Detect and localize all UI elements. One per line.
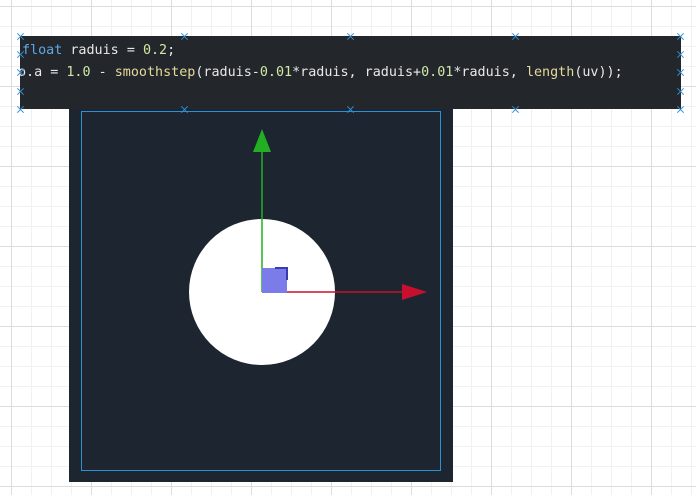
transform-gizmo[interactable] (69, 100, 453, 482)
code-token: length (525, 65, 575, 80)
code-token: float (22, 43, 63, 58)
code-token: *raduis, (453, 65, 526, 80)
selection-handle-icon[interactable] (677, 51, 684, 58)
selection-handle-icon[interactable] (17, 88, 24, 95)
code-token: ; (167, 43, 176, 58)
selection-handle-icon[interactable] (347, 33, 354, 40)
code-line-2: o.a = 1.0 - smoothstep(raduis-0.01*radui… (20, 62, 681, 84)
selection-handle-icon[interactable] (17, 33, 24, 40)
code-token: 0.2 (142, 43, 168, 58)
code-token: - (90, 65, 115, 80)
code-token: = (126, 43, 143, 58)
code-line-1: float raduis = 0.2; (20, 40, 681, 62)
selection-handle-icon[interactable] (512, 106, 519, 113)
selection-handle-icon[interactable] (181, 33, 188, 40)
selection-handle-icon[interactable] (17, 106, 24, 113)
code-token: raduis (62, 43, 127, 58)
code-token: (uv)); (574, 65, 623, 80)
selection-handle-icon[interactable] (512, 33, 519, 40)
selection-handle-icon[interactable] (677, 106, 684, 113)
code-token: 0.01 (259, 65, 293, 80)
code-token: = (50, 65, 67, 80)
selection-handle-icon[interactable] (17, 69, 24, 76)
selection-handle-icon[interactable] (347, 106, 354, 113)
red-arrow-right-icon[interactable] (402, 284, 427, 300)
code-token: 1.0 (66, 65, 91, 80)
selection-handle-icon[interactable] (17, 51, 24, 58)
selection-handle-icon[interactable] (677, 88, 684, 95)
code-token: 0.01 (421, 65, 454, 80)
code-token: (raduis- (195, 65, 260, 80)
code-token: *raduis, raduis+ (292, 65, 422, 80)
code-token: o.a (20, 65, 51, 80)
selection-handle-icon[interactable] (677, 33, 684, 40)
green-arrow-up-icon[interactable] (253, 129, 271, 152)
scene-viewport[interactable] (69, 100, 453, 482)
code-token: smoothstep (114, 65, 196, 80)
center-handle-icon[interactable] (262, 268, 287, 293)
code-panel[interactable]: float raduis = 0.2; o.a = 1.0 - smoothst… (20, 36, 681, 109)
selection-handle-icon[interactable] (677, 69, 684, 76)
selection-handle-icon[interactable] (181, 106, 188, 113)
